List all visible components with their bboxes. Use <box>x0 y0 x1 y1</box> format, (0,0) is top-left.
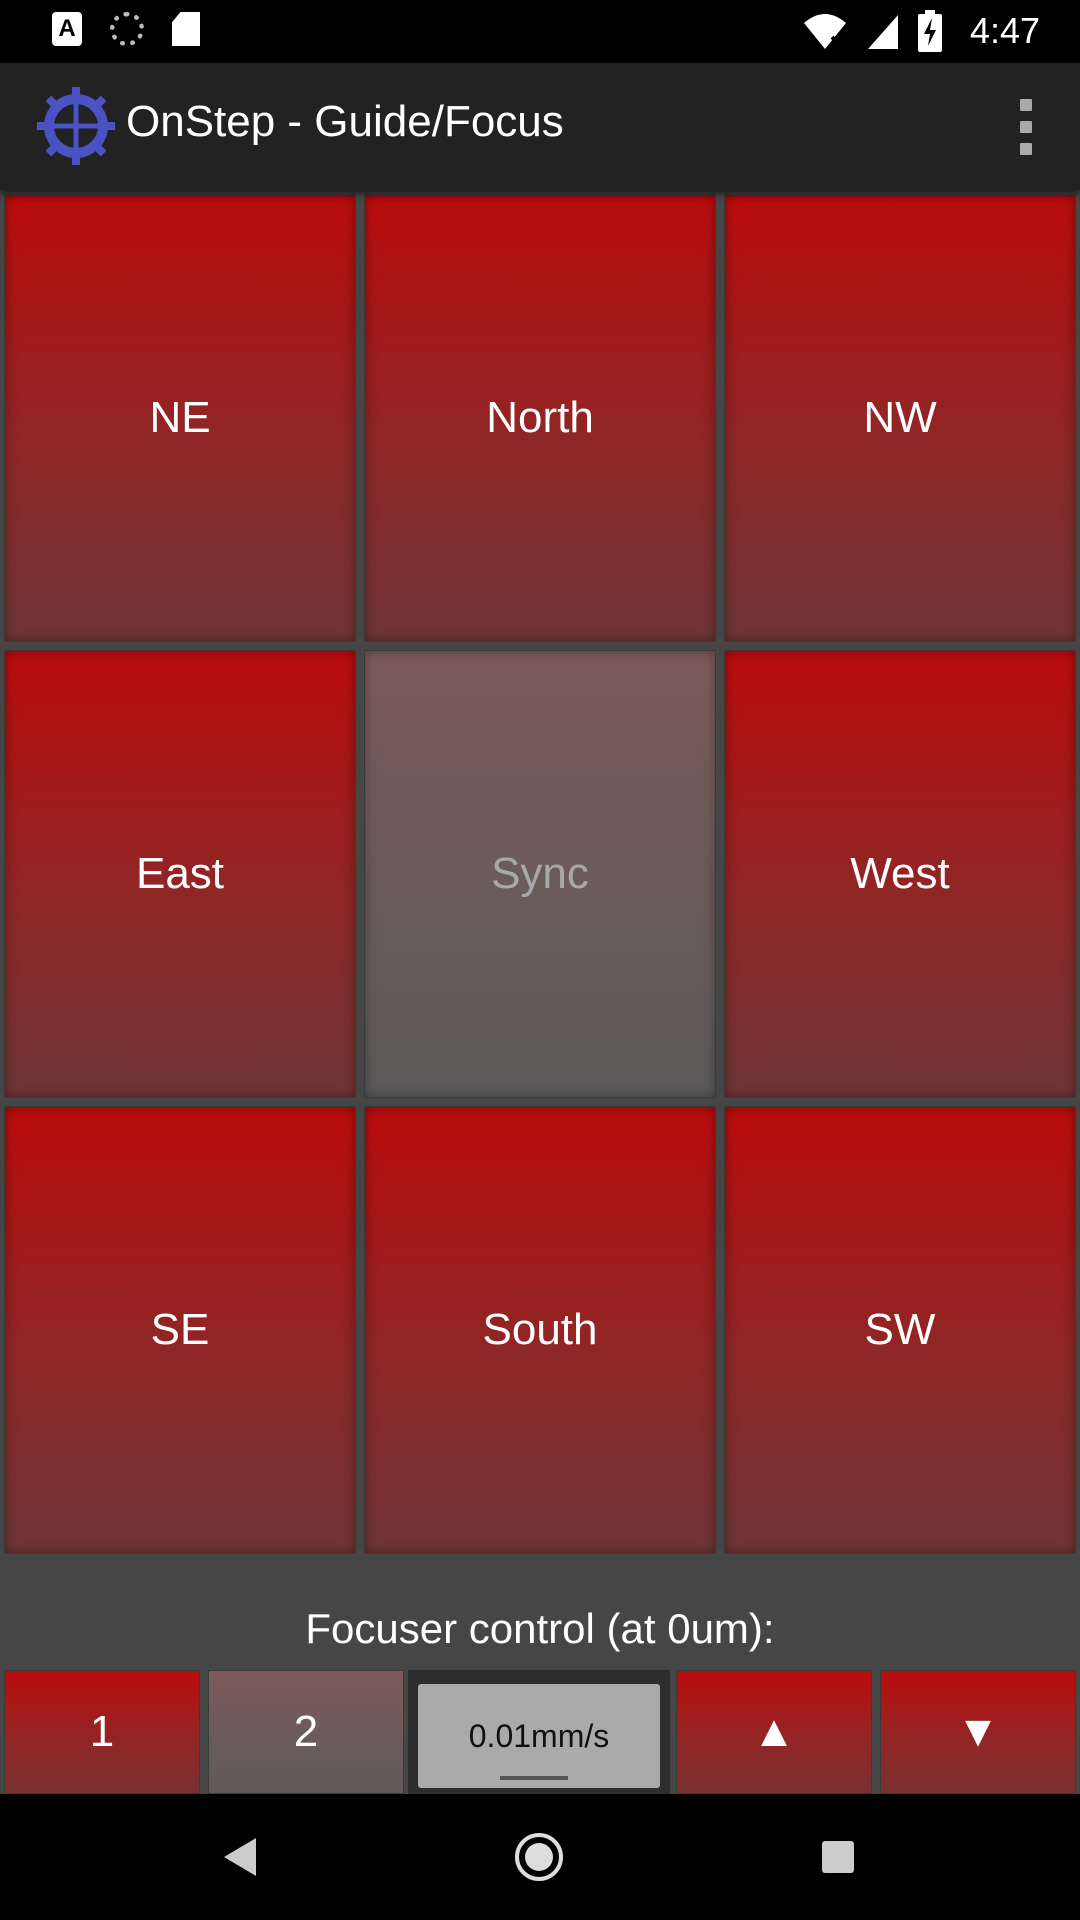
nw-button[interactable]: NW <box>724 194 1076 642</box>
select-underline <box>500 1776 568 1780</box>
down-arrow-icon: ▼ <box>956 1707 1000 1756</box>
status-bar: A 4:47 <box>0 0 1080 63</box>
sync-icon <box>110 12 144 46</box>
overflow-menu-icon[interactable] <box>1016 99 1036 155</box>
back-icon[interactable] <box>224 1838 256 1876</box>
up-arrow-icon: ▲ <box>752 1707 796 1756</box>
a-notification-icon: A <box>52 12 82 46</box>
focus-up-button[interactable]: ▲ <box>676 1670 872 1794</box>
north-button[interactable]: North <box>364 194 716 642</box>
se-button[interactable]: SE <box>4 1106 356 1554</box>
app-bar: OnStep - Guide/Focus <box>0 63 1080 190</box>
sw-button[interactable]: SW <box>724 1106 1076 1554</box>
focuser-label: Focuser control (at 0um): <box>305 1605 775 1652</box>
sync-button[interactable]: Sync <box>364 650 716 1098</box>
focus-speed-select[interactable]: 0.01mm/s <box>418 1684 660 1788</box>
east-button[interactable]: East <box>4 650 356 1098</box>
speed-select-container: 0.01mm/s <box>408 1670 670 1794</box>
gear-crosshair-icon <box>37 87 115 165</box>
focus-down-button[interactable]: ▼ <box>880 1670 1076 1794</box>
focuser-2-button[interactable]: 2 <box>208 1670 404 1794</box>
navigation-bar <box>0 1794 1080 1920</box>
battery-charging-icon <box>917 10 942 52</box>
app-title: OnStep - Guide/Focus <box>126 97 564 146</box>
south-button[interactable]: South <box>364 1106 716 1554</box>
ne-button[interactable]: NE <box>4 194 356 642</box>
sd-card-icon <box>172 12 200 46</box>
focuser-1-button[interactable]: 1 <box>4 1670 200 1794</box>
recents-icon[interactable] <box>822 1841 854 1873</box>
west-button[interactable]: West <box>724 650 1076 1098</box>
home-icon[interactable] <box>515 1833 563 1881</box>
focus-speed-value: 0.01mm/s <box>468 1717 610 1754</box>
focuser-controls: 1 2 0.01mm/s ▲ ▼ <box>0 1670 1080 1794</box>
wifi-icon <box>803 14 846 49</box>
screen: A 4:47 OnStep - Guide/Focus NE North NW … <box>0 0 1080 1920</box>
clock: 4:47 <box>969 10 1040 51</box>
signal-icon <box>867 15 898 49</box>
direction-pad: NE North NW East Sync West SE South SW <box>0 190 1080 1555</box>
